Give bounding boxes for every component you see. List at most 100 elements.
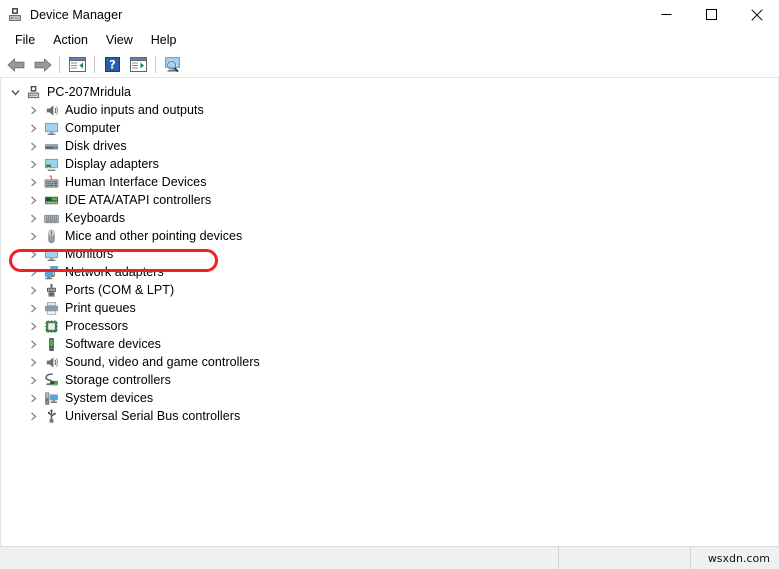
- tree-item-storage-controllers[interactable]: Storage controllers: [1, 371, 778, 389]
- status-pane-watermark: wsxdn.com: [690, 546, 779, 569]
- tree-item-label: Software devices: [65, 337, 161, 351]
- processor-chip-icon: [43, 318, 59, 334]
- toolbar: ?: [0, 52, 779, 78]
- chevron-right-icon[interactable]: [25, 155, 41, 173]
- network-adapter-icon: [43, 264, 59, 280]
- device-tree: PC-207Mridula Audio inputs and outputs C…: [1, 83, 778, 425]
- menu-help[interactable]: Help: [142, 30, 186, 51]
- computer-device-icon: [7, 7, 23, 23]
- monitor-icon: [43, 120, 59, 136]
- tree-item-human-interface-devices[interactable]: Human Interface Devices: [1, 173, 778, 191]
- chevron-right-icon[interactable]: [25, 371, 41, 389]
- tree-item-audio-inputs-and-outputs[interactable]: Audio inputs and outputs: [1, 101, 778, 119]
- port-connector-icon: [43, 282, 59, 298]
- tree-item-print-queues[interactable]: Print queues: [1, 299, 778, 317]
- tree-item-mice-and-other-pointing-devices[interactable]: Mice and other pointing devices: [1, 227, 778, 245]
- tree-item-label: Display adapters: [65, 157, 159, 171]
- maximize-button[interactable]: [689, 0, 734, 29]
- tree-item-sound-video-and-game-controllers[interactable]: Sound, video and game controllers: [1, 353, 778, 371]
- chevron-right-icon[interactable]: [25, 281, 41, 299]
- speaker-icon: [43, 102, 59, 118]
- status-pane-secondary: [558, 546, 690, 569]
- menu-action[interactable]: Action: [44, 30, 97, 51]
- hid-keyboard-icon: [43, 174, 59, 190]
- window-controls: [644, 0, 779, 29]
- chevron-right-icon[interactable]: [25, 227, 41, 245]
- device-tree-panel[interactable]: PC-207Mridula Audio inputs and outputs C…: [0, 78, 779, 546]
- tree-item-network-adapters[interactable]: Network adapters: [1, 263, 778, 281]
- chevron-right-icon[interactable]: [25, 101, 41, 119]
- ide-controller-icon: [43, 192, 59, 208]
- mouse-icon: [43, 228, 59, 244]
- status-pane-primary: [0, 547, 558, 569]
- chevron-right-icon[interactable]: [25, 263, 41, 281]
- chevron-right-icon[interactable]: [25, 209, 41, 227]
- back-arrow-icon[interactable]: [3, 53, 29, 77]
- svg-text:?: ?: [109, 58, 116, 72]
- chevron-right-icon[interactable]: [25, 173, 41, 191]
- tree-item-label: PC-207Mridula: [47, 85, 132, 99]
- tree-item-label: Mice and other pointing devices: [65, 229, 243, 243]
- chevron-right-icon[interactable]: [25, 299, 41, 317]
- tree-item-ide-ata-atapi-controllers[interactable]: IDE ATA/ATAPI controllers: [1, 191, 778, 209]
- statusbar: wsxdn.com: [0, 546, 779, 569]
- menu-view[interactable]: View: [97, 30, 142, 51]
- toolbar-separator: [59, 56, 60, 73]
- tree-item-label: Disk drives: [65, 139, 127, 153]
- tree-item-universal-serial-bus-controllers[interactable]: Universal Serial Bus controllers: [1, 407, 778, 425]
- chevron-right-icon[interactable]: [25, 191, 41, 209]
- tree-item-ports-com-lpt[interactable]: Ports (COM & LPT): [1, 281, 778, 299]
- site-watermark: wsxdn.com: [707, 551, 770, 565]
- chevron-right-icon[interactable]: [25, 245, 41, 263]
- tree-item-computer[interactable]: Computer: [1, 119, 778, 137]
- printer-icon: [43, 300, 59, 316]
- disk-drive-icon: [43, 138, 59, 154]
- toolbar-separator: [94, 56, 95, 73]
- monitor-icon: [43, 246, 59, 262]
- tree-item-label: Sound, video and game controllers: [65, 355, 260, 369]
- tree-item-software-devices[interactable]: Software devices: [1, 335, 778, 353]
- properties-icon[interactable]: [125, 53, 151, 77]
- tree-item-label: Storage controllers: [65, 373, 171, 387]
- tree-item-keyboards[interactable]: Keyboards: [1, 209, 778, 227]
- storage-controller-icon: [43, 372, 59, 388]
- toolbar-separator: [155, 56, 156, 73]
- chevron-right-icon[interactable]: [25, 389, 41, 407]
- help-question-icon[interactable]: ?: [99, 53, 125, 77]
- system-device-icon: [43, 390, 59, 406]
- minimize-button[interactable]: [644, 0, 689, 29]
- chevron-down-icon[interactable]: [7, 83, 23, 101]
- keyboard-icon: [43, 210, 59, 226]
- titlebar: Device Manager: [0, 0, 779, 29]
- tree-item-root[interactable]: PC-207Mridula: [1, 83, 778, 101]
- chevron-right-icon[interactable]: [25, 137, 41, 155]
- scan-for-hardware-changes-icon[interactable]: [160, 53, 186, 77]
- tree-item-processors[interactable]: Processors: [1, 317, 778, 335]
- menu-file[interactable]: File: [6, 30, 44, 51]
- chevron-right-icon[interactable]: [25, 407, 41, 425]
- tree-item-label: Computer: [65, 121, 121, 135]
- tree-item-label: Universal Serial Bus controllers: [65, 409, 241, 423]
- tree-item-label: System devices: [65, 391, 154, 405]
- show-hide-console-tree-icon[interactable]: [64, 53, 90, 77]
- software-device-icon: [43, 336, 59, 352]
- tree-item-label: Network adapters: [65, 265, 164, 279]
- window-title: Device Manager: [30, 7, 123, 22]
- forward-arrow-icon[interactable]: [29, 53, 55, 77]
- tree-item-label: Monitors: [65, 247, 114, 261]
- tree-item-disk-drives[interactable]: Disk drives: [1, 137, 778, 155]
- chevron-right-icon[interactable]: [25, 119, 41, 137]
- chevron-right-icon[interactable]: [25, 317, 41, 335]
- chevron-right-icon[interactable]: [25, 353, 41, 371]
- speaker-icon: [43, 354, 59, 370]
- close-button[interactable]: [734, 0, 779, 29]
- usb-controller-icon: [43, 408, 59, 424]
- device-manager-window: Device Manager File Action View Help ? P…: [0, 0, 779, 569]
- tree-item-system-devices[interactable]: System devices: [1, 389, 778, 407]
- tree-item-display-adapters[interactable]: Display adapters: [1, 155, 778, 173]
- tree-item-monitors[interactable]: Monitors: [1, 245, 778, 263]
- chevron-right-icon[interactable]: [25, 335, 41, 353]
- display-adapter-icon: [43, 156, 59, 172]
- tree-item-label: Human Interface Devices: [65, 175, 207, 189]
- tree-item-label: Audio inputs and outputs: [65, 103, 204, 117]
